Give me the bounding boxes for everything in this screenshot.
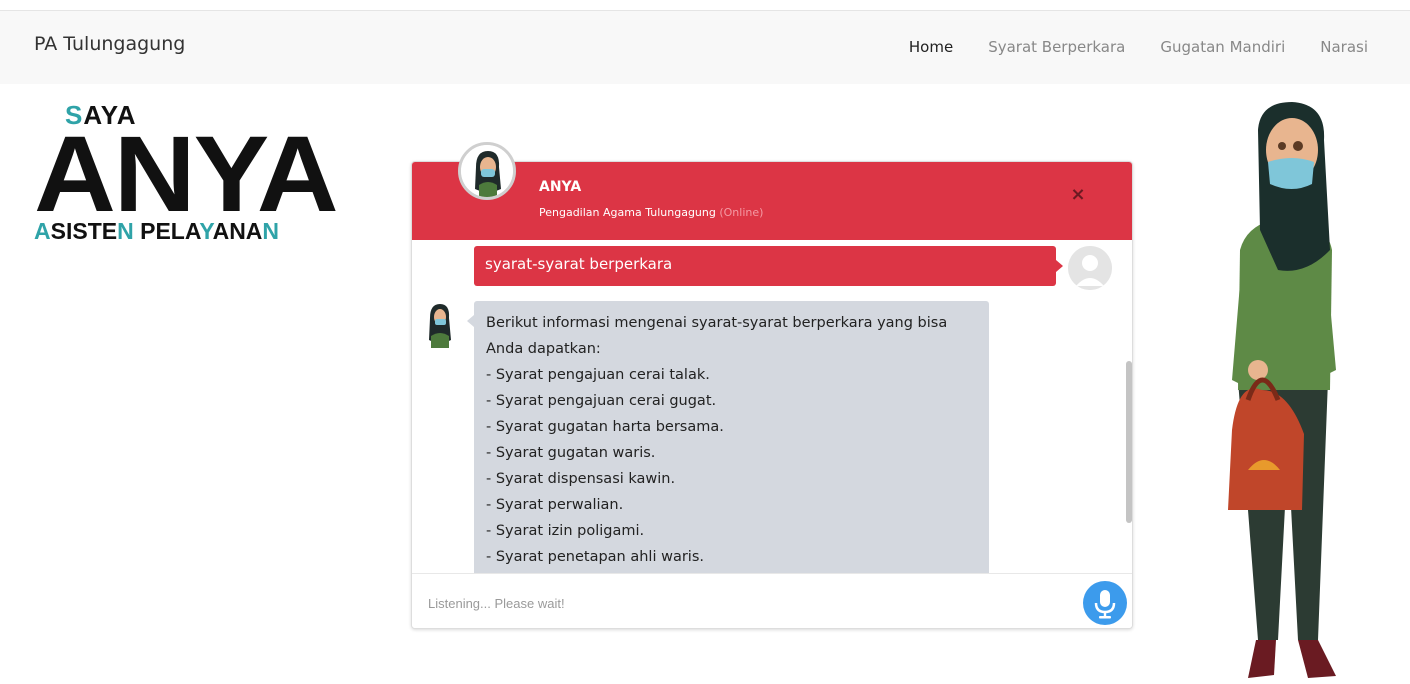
anya-character-illustration xyxy=(1218,100,1354,680)
microphone-icon xyxy=(1094,590,1116,619)
logo-asisten-pelayanan-text: ASISTEN PELAYANAN xyxy=(34,218,280,244)
bot-message-item: - Syarat penetapan ahli waris. xyxy=(486,549,704,565)
bot-message-item: - Syarat pengajuan cerai gugat. xyxy=(486,393,717,409)
chat-agent-name: ANYA xyxy=(539,179,582,195)
messages-scrollbar[interactable] xyxy=(1126,361,1132,523)
microphone-button[interactable] xyxy=(1083,581,1127,625)
user-avatar-icon xyxy=(1068,246,1112,290)
logo-anya-text: ANYA xyxy=(34,113,339,234)
chat-messages: syarat-syarat berperkara Berikut informa… xyxy=(412,240,1132,573)
navbar-brand[interactable]: PA Tulungagung xyxy=(34,33,185,55)
bot-message-item: - Syarat pengajuan cerai talak. xyxy=(486,367,710,383)
nav-links: Home Syarat Berperkara Gugatan Mandiri N… xyxy=(909,38,1368,56)
chat-panel: ANYA Pengadilan Agama Tulungagung (Onlin… xyxy=(411,161,1133,629)
online-status: (Online) xyxy=(719,206,764,219)
close-icon[interactable]: × xyxy=(1068,184,1088,208)
chat-header: ANYA Pengadilan Agama Tulungagung (Onlin… xyxy=(412,162,1132,240)
navbar: PA Tulungagung Home Syarat Berperkara Gu… xyxy=(0,10,1410,84)
anya-avatar xyxy=(458,142,516,200)
chat-input-area xyxy=(412,573,1132,628)
bot-message-item: - Syarat izin poligami. xyxy=(486,523,645,539)
bot-message: Berikut informasi mengenai syarat-syarat… xyxy=(467,301,989,573)
bot-message-item: - Syarat gugatan harta bersama. xyxy=(486,419,724,435)
bot-message-intro: Berikut informasi mengenai syarat-syarat… xyxy=(486,315,948,357)
bot-message-item: - Syarat perwalian. xyxy=(486,497,624,513)
chat-input[interactable] xyxy=(428,591,1068,615)
nav-link-syarat-berperkara[interactable]: Syarat Berperkara xyxy=(988,38,1125,56)
bot-avatar-icon xyxy=(425,302,455,348)
nav-link-narasi[interactable]: Narasi xyxy=(1320,38,1368,56)
bot-message-item: - Syarat gugatan waris. xyxy=(486,445,656,461)
bot-message-item: - Syarat dispensasi kawin. xyxy=(486,471,676,487)
user-message: syarat-syarat berperkara xyxy=(474,246,1063,286)
chat-agent-subtitle: Pengadilan Agama Tulungagung (Online) xyxy=(539,206,764,219)
nav-link-gugatan-mandiri[interactable]: Gugatan Mandiri xyxy=(1160,38,1285,56)
nav-link-home[interactable]: Home xyxy=(909,38,953,56)
